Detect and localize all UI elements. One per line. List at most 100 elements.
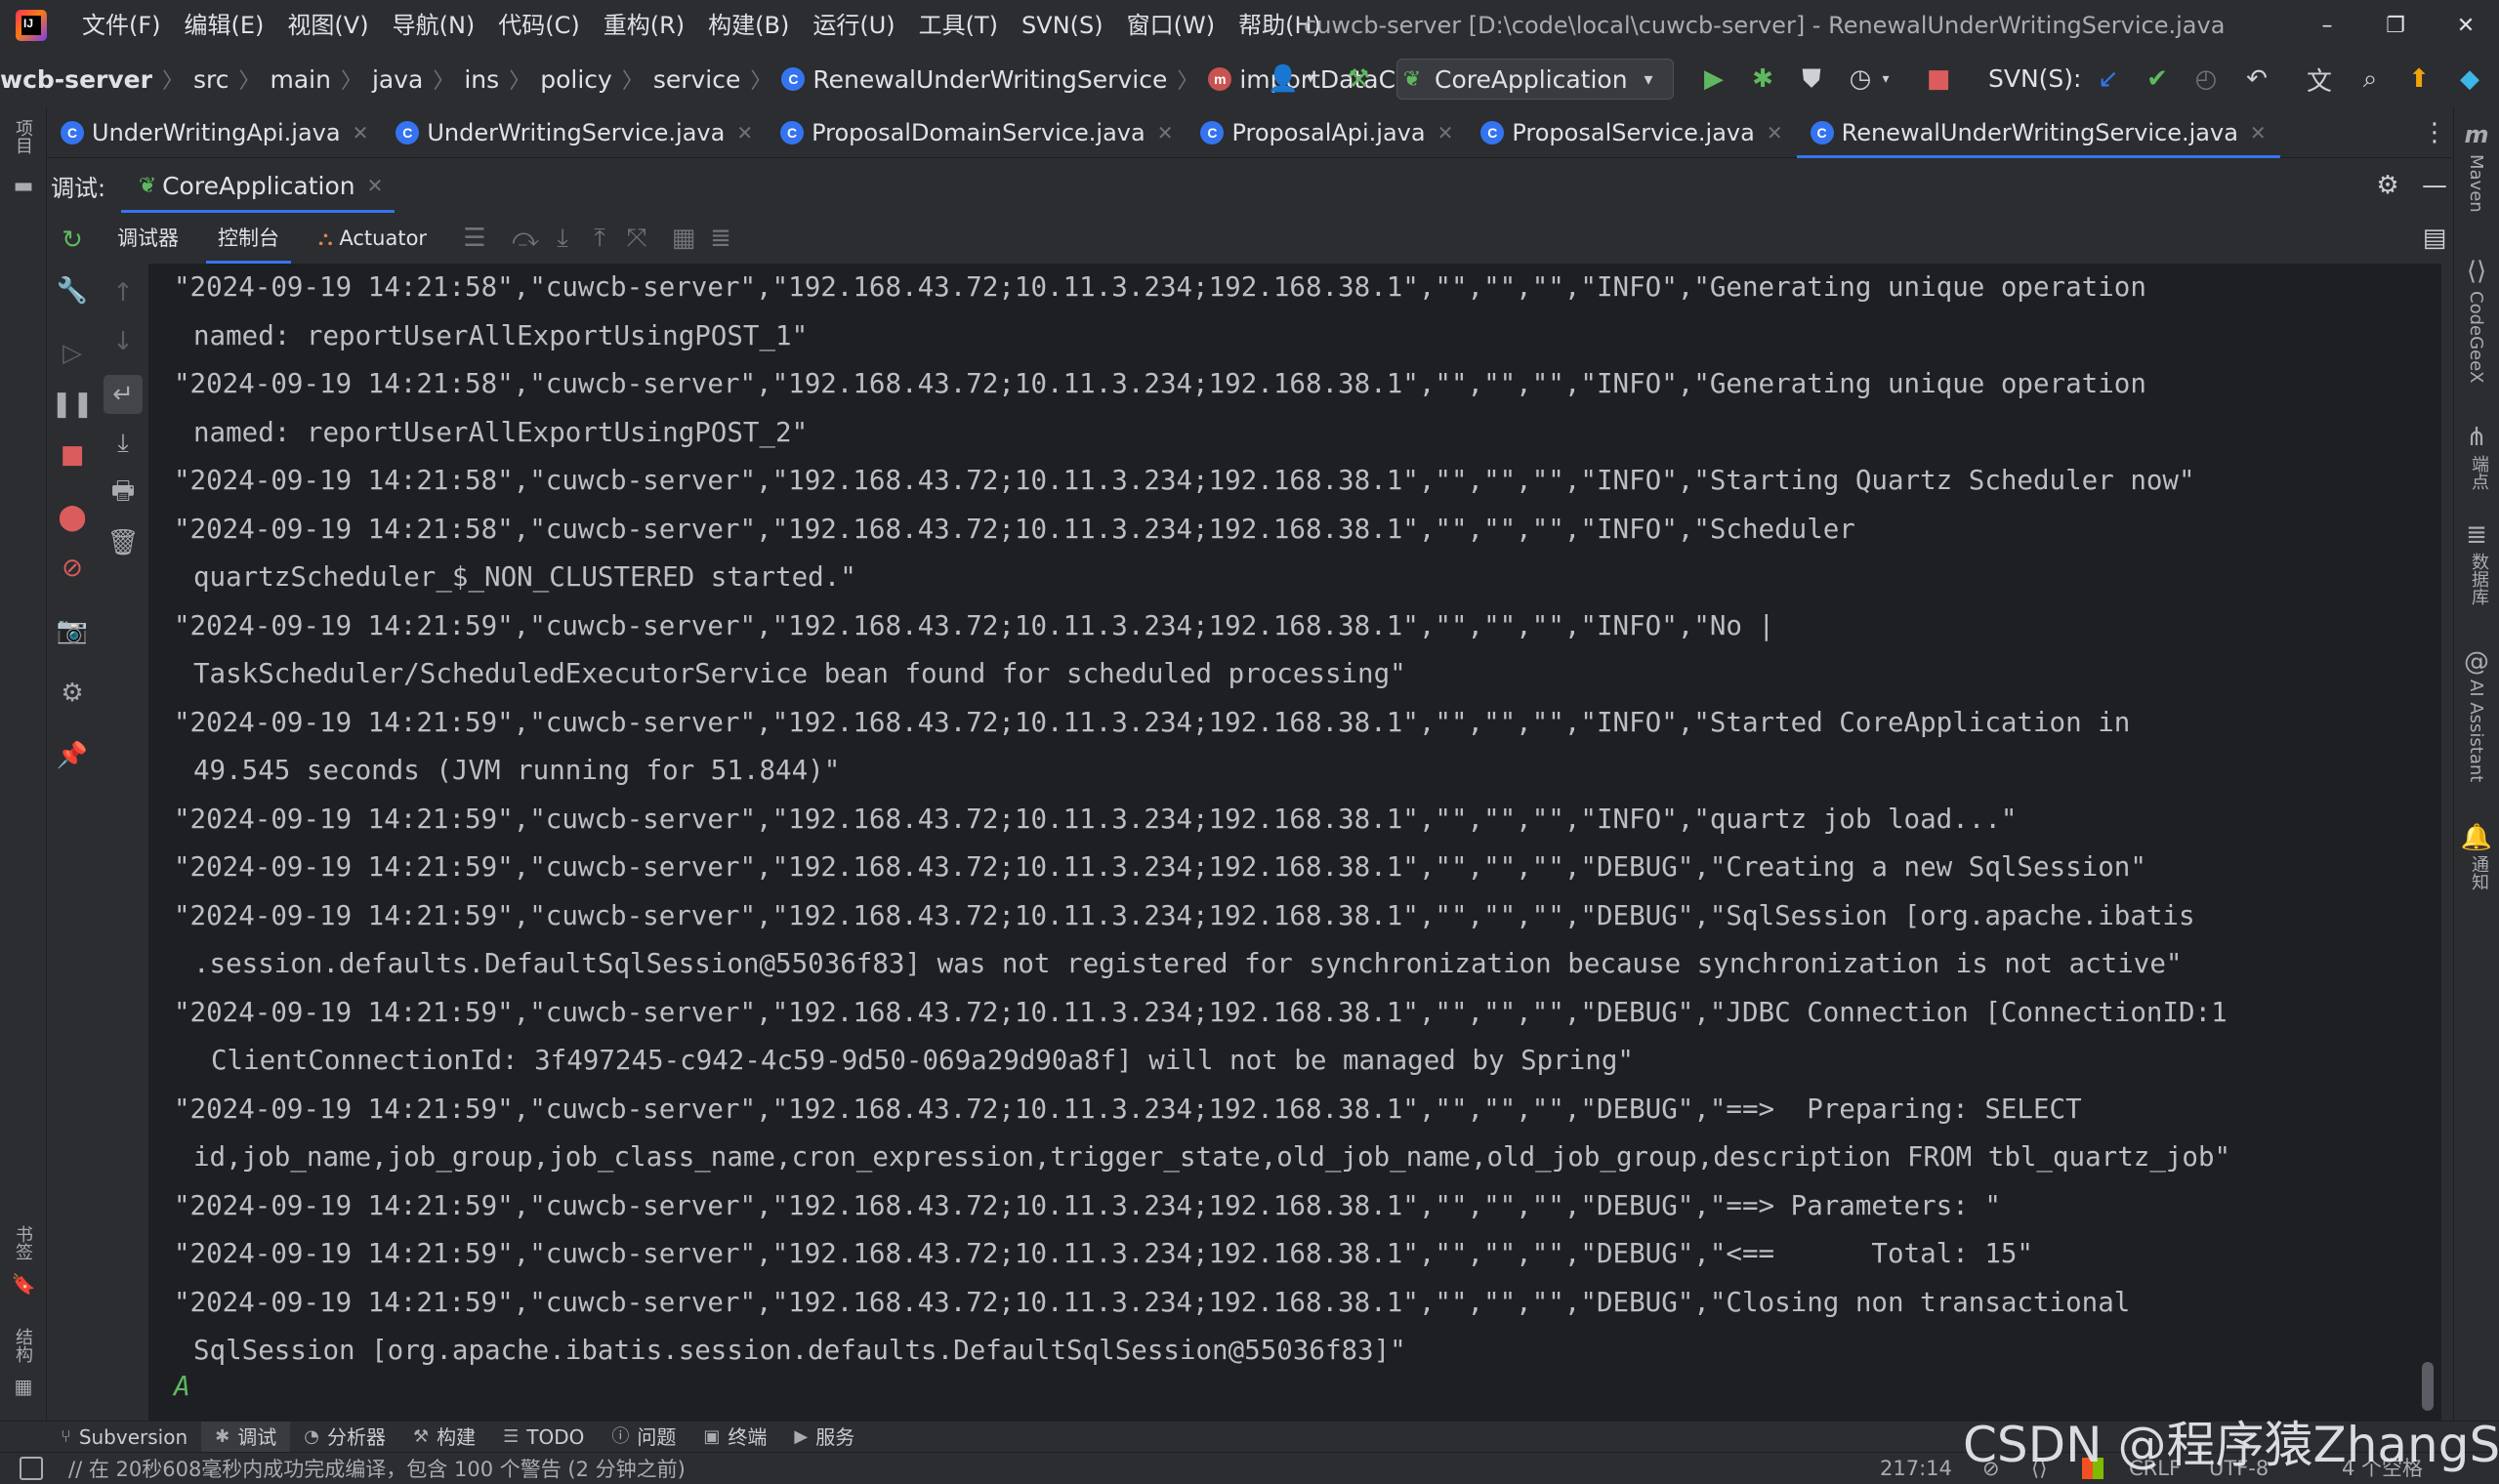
caret-position[interactable]: 217:14 <box>1880 1453 1952 1484</box>
close-icon[interactable]: ✕ <box>367 174 384 197</box>
run-icon[interactable]: ▶ <box>1695 61 1732 98</box>
debug-subtab[interactable]: ⛬ Actuator <box>299 213 446 264</box>
codegeex-icon[interactable]: ⟨⟩ <box>2457 252 2496 291</box>
step-out-icon[interactable]: ⤒ <box>581 220 618 257</box>
ai-plugin-icon[interactable]: ◆ <box>2451 61 2488 98</box>
run-to-cursor-icon[interactable]: ⤧ <box>618 220 655 257</box>
tool-window-button[interactable]: ⚒ 构建 <box>399 1422 489 1453</box>
menu-lines-icon[interactable]: ☰ <box>456 220 493 257</box>
minimize-button[interactable]: – <box>2295 0 2359 51</box>
tool-window-button[interactable]: ✱ 调试 <box>201 1421 291 1453</box>
user-icon[interactable]: 👤 <box>1265 61 1302 98</box>
stop-icon[interactable]: ■ <box>53 435 92 474</box>
breadcrumb-item[interactable]: java <box>372 65 423 94</box>
project-tool-label[interactable]: 项目 <box>10 119 35 154</box>
toggle-tool-windows-icon[interactable] <box>20 1457 43 1480</box>
menu-item[interactable]: 导航(N) <box>381 0 487 51</box>
endpoints-tool-label[interactable]: 端点 <box>2466 455 2491 490</box>
pin-icon[interactable]: 📌 <box>53 736 92 775</box>
status-message[interactable]: // 在 20秒608毫秒内成功完成编译，包含 100 个警告 (2 分钟之前) <box>68 1454 686 1483</box>
layout-icon[interactable]: ▤ <box>2416 220 2453 257</box>
menu-item[interactable]: 工具(T) <box>907 0 1010 51</box>
codegeex-tool-label[interactable]: CodeGeeX <box>2466 291 2486 384</box>
menu-item[interactable]: 构建(B) <box>696 0 801 51</box>
restore-button[interactable]: ❐ <box>2363 0 2428 51</box>
evaluate-icon[interactable]: ▦ <box>665 220 702 257</box>
ai-assistant-icon[interactable]: @ <box>2457 642 2496 681</box>
editor-tab[interactable]: C RenewalUnderWritingService.java ✕ <box>1796 106 2280 158</box>
modify-config-icon[interactable]: 🔧 <box>53 271 92 310</box>
bell-icon[interactable]: 🔔 <box>2457 818 2496 857</box>
debug-subtab[interactable]: 控制台 <box>198 213 299 264</box>
more-tabs-icon[interactable]: ⋮ <box>2416 114 2453 151</box>
print-icon[interactable]: 🖶 <box>104 474 143 514</box>
debug-subtab[interactable]: 调试器 <box>98 213 198 264</box>
step-over-icon[interactable]: ⤼ <box>507 220 544 257</box>
pause-icon[interactable]: ❚❚ <box>51 385 94 424</box>
search-icon[interactable]: ⌕ <box>2352 61 2389 98</box>
svn-commit-icon[interactable]: ✔ <box>2139 61 2176 98</box>
maven-tool-label[interactable]: Maven <box>2466 154 2486 213</box>
debug-session-tab[interactable]: ❦ CoreApplication ✕ <box>121 158 396 213</box>
chevron-down-icon[interactable]: ▾ <box>1877 61 1895 98</box>
stop-icon[interactable]: ■ <box>1920 61 1957 98</box>
close-window-button[interactable]: ✕ <box>2434 0 2498 51</box>
history-icon[interactable]: ◴ <box>2187 61 2225 98</box>
breadcrumb-item[interactable]: src <box>193 65 229 94</box>
tool-window-button[interactable]: ▶ 服务 <box>780 1422 868 1453</box>
close-icon[interactable]: ✕ <box>353 121 369 144</box>
trace-icon[interactable]: ≣ <box>702 220 739 257</box>
breadcrumb-item[interactable]: ins <box>464 65 499 94</box>
tool-window-button[interactable]: ▣ 终端 <box>689 1422 780 1453</box>
tool-window-button[interactable]: ☰ TODO <box>489 1422 598 1453</box>
bookmarks-tool-label[interactable]: 书签 <box>10 1225 35 1260</box>
close-icon[interactable]: ✕ <box>736 121 753 144</box>
svn-update-icon[interactable]: ↙ <box>2090 61 2127 98</box>
step-into-icon[interactable]: ⤓ <box>544 220 581 257</box>
console-input-line[interactable]: A <box>174 1370 190 1402</box>
mute-breakpoints-icon[interactable]: ⊘ <box>53 549 92 588</box>
down-arrow-icon[interactable]: ↓ <box>104 322 143 361</box>
breadcrumb-item[interactable]: C RenewalUnderWritingService <box>781 65 1167 94</box>
coverage-icon[interactable]: ⛊ <box>1793 61 1830 98</box>
menu-item[interactable]: SVN(S) <box>1010 0 1115 51</box>
menu-item[interactable]: 运行(U) <box>801 0 906 51</box>
tool-window-button[interactable]: ⓘ 问题 <box>598 1422 689 1453</box>
folder-icon[interactable]: ▬ <box>4 166 43 205</box>
structure-icon[interactable]: ▦ <box>4 1367 43 1406</box>
editor-tab[interactable]: C ProposalApi.java ✕ <box>1187 107 1467 158</box>
console-scrollbar[interactable] <box>2422 1362 2434 1411</box>
trash-icon[interactable]: 🗑 <box>104 523 143 562</box>
editor-tab[interactable]: C ProposalService.java ✕ <box>1467 107 1796 158</box>
bookmark-icon[interactable]: 🔖 <box>4 1264 43 1303</box>
settings-icon[interactable]: ⚙ <box>53 674 92 713</box>
scroll-to-end-icon[interactable]: ⤓ <box>104 424 143 463</box>
editor-tab[interactable]: C UnderWritingService.java ✕ <box>382 107 767 158</box>
console-output[interactable]: "2024-09-19 14:21:58","cuwcb-server","19… <box>148 264 2441 1421</box>
gear-icon[interactable]: ⚙ <box>2369 167 2406 204</box>
hide-panel-icon[interactable]: — <box>2416 167 2453 204</box>
editor-tab[interactable]: C UnderWritingApi.java ✕ <box>47 107 382 158</box>
menu-item[interactable]: 文件(F) <box>70 0 173 51</box>
soft-wrap-icon[interactable]: ↵ <box>104 375 143 414</box>
database-icon[interactable]: ≣ <box>2457 515 2496 555</box>
menu-item[interactable]: 窗口(W) <box>1115 0 1227 51</box>
close-icon[interactable]: ✕ <box>1157 121 1174 144</box>
debug-icon[interactable]: ✱ <box>1744 61 1781 98</box>
view-breakpoints-icon[interactable]: ⬤ <box>53 498 92 537</box>
rerun-icon[interactable]: ↻ <box>53 221 92 260</box>
breadcrumb-item[interactable]: service <box>653 65 741 94</box>
run-config-selector[interactable]: ❦ CoreApplication ▾ <box>1396 59 1674 100</box>
tool-window-button[interactable]: ⑂ Subversion <box>47 1422 201 1453</box>
translate-icon[interactable]: 文 <box>2301 61 2338 98</box>
breadcrumb-item[interactable]: policy <box>540 65 612 94</box>
up-arrow-icon[interactable]: ↑ <box>104 273 143 312</box>
endpoints-icon[interactable]: ⋔ <box>2457 418 2496 457</box>
menu-item[interactable]: 重构(R) <box>592 0 696 51</box>
notifications-tool-label[interactable]: 通知 <box>2466 855 2491 890</box>
profile-icon[interactable]: ◷ <box>1842 61 1879 98</box>
close-icon[interactable]: ✕ <box>2250 121 2267 144</box>
menu-item[interactable]: 代码(C) <box>486 0 591 51</box>
close-icon[interactable]: ✕ <box>1767 121 1783 144</box>
chevron-down-icon[interactable]: ▾ <box>1302 61 1319 98</box>
